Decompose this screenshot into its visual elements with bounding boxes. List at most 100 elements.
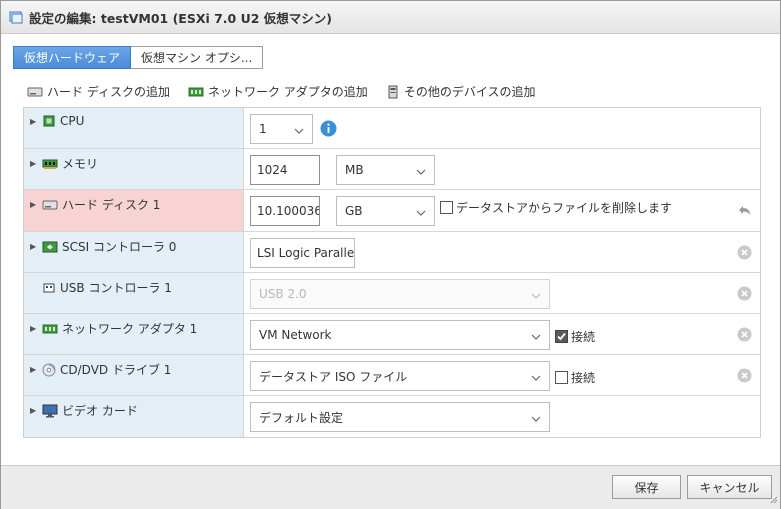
remove-usb-button[interactable] bbox=[737, 286, 752, 304]
add-hard-disk-button[interactable]: ハード ディスクの追加 bbox=[27, 83, 170, 100]
monitor-icon bbox=[42, 404, 58, 418]
row-usb: ▶ USB コントローラ 1 USB 2.0 bbox=[24, 273, 760, 314]
row-video-card-label-cell: ▶ ビデオ カード bbox=[24, 396, 244, 437]
save-button[interactable]: 保存 bbox=[612, 475, 681, 499]
tab-virtual-hardware[interactable]: 仮想ハードウェア bbox=[13, 46, 132, 69]
add-network-adapter-button[interactable]: ネットワーク アダプタの追加 bbox=[188, 83, 368, 100]
close-circle-icon bbox=[737, 286, 752, 301]
network-value: VM Network bbox=[259, 328, 332, 342]
add-hard-disk-label: ハード ディスクの追加 bbox=[47, 85, 170, 99]
chevron-down-icon bbox=[531, 412, 541, 426]
edit-settings-dialog: 設定の編集: testVM01 (ESXi 7.0 U2 仮想マシン) 仮想ハー… bbox=[0, 0, 781, 509]
resize-grip-icon[interactable] bbox=[770, 493, 778, 507]
cancel-button[interactable]: キャンセル bbox=[687, 475, 772, 499]
expand-network-caret[interactable]: ▶ bbox=[30, 324, 40, 333]
hard-disk-icon bbox=[27, 85, 43, 99]
memory-unit-value: MB bbox=[345, 163, 364, 177]
cpu-count-select[interactable]: 1 bbox=[250, 114, 313, 144]
row-cd-dvd-label-cell: ▶ CD/DVD ドライブ 1 bbox=[24, 355, 244, 395]
device-toolbar: ハード ディスクの追加 ネットワーク アダプタの追加 その他のデバイスの追加 bbox=[27, 83, 553, 100]
remove-cd-dvd-button[interactable] bbox=[737, 368, 752, 386]
hard-disk-label: ハード ディスク 1 bbox=[62, 198, 161, 212]
network-connect-label: 接続 bbox=[571, 330, 596, 344]
chevron-down-icon bbox=[416, 206, 426, 220]
cd-dvd-connect-label: 接続 bbox=[571, 371, 596, 385]
delete-from-datastore-checkbox[interactable]: データストアからファイルを削除します bbox=[440, 199, 672, 216]
expand-cpu-caret[interactable]: ▶ bbox=[30, 117, 40, 126]
hardware-grid: ▶ CPU 1 ▶ メモリ 1024 MB ▶ ハード ディスク 1 10.10… bbox=[23, 107, 761, 438]
memory-icon bbox=[42, 158, 58, 170]
memory-unit-select[interactable]: MB bbox=[336, 155, 435, 185]
row-cpu-label-cell: ▶ CPU bbox=[24, 108, 244, 148]
network-select[interactable]: VM Network bbox=[250, 320, 550, 350]
row-memory: ▶ メモリ 1024 MB bbox=[24, 149, 760, 190]
row-scsi: ▶ SCSI コントローラ 0 LSI Logic Parallel bbox=[24, 232, 760, 273]
network-adapter-label: ネットワーク アダプタ 1 bbox=[62, 322, 198, 336]
remove-network-button[interactable] bbox=[737, 327, 752, 345]
memory-size-input[interactable]: 1024 bbox=[250, 155, 320, 185]
tab-strip: 仮想ハードウェア 仮想マシン オプシ... bbox=[13, 46, 264, 69]
video-settings-value: デフォルト設定 bbox=[259, 410, 344, 425]
checkbox-box bbox=[555, 371, 568, 384]
network-connect-checkbox[interactable]: 接続 bbox=[555, 328, 595, 345]
usb-icon bbox=[42, 281, 56, 295]
chevron-down-icon bbox=[531, 330, 541, 344]
expand-video-caret[interactable]: ▶ bbox=[30, 406, 40, 415]
scsi-type-field[interactable]: LSI Logic Parallel bbox=[250, 238, 355, 268]
memory-label: メモリ bbox=[62, 157, 99, 171]
dialog-title: 設定の編集: testVM01 (ESXi 7.0 U2 仮想マシン) bbox=[29, 10, 333, 26]
expand-scsi-caret[interactable]: ▶ bbox=[30, 242, 40, 251]
cpu-count-value: 1 bbox=[259, 122, 267, 136]
cpu-label: CPU bbox=[60, 114, 85, 128]
add-network-adapter-label: ネットワーク アダプタの追加 bbox=[207, 85, 368, 99]
chevron-down-icon bbox=[294, 124, 304, 138]
network-adapter-icon bbox=[188, 86, 204, 98]
disk-unit-select[interactable]: GB bbox=[336, 196, 435, 226]
row-cd-dvd: ▶ CD/DVD ドライブ 1 データストア ISO ファイル 接続 bbox=[24, 355, 760, 396]
checkmark-icon bbox=[557, 332, 566, 341]
dialog-footer: 保存 キャンセル bbox=[1, 465, 780, 509]
row-memory-label-cell: ▶ メモリ bbox=[24, 149, 244, 189]
undo-icon[interactable] bbox=[736, 204, 752, 221]
disk-unit-value: GB bbox=[345, 204, 363, 218]
remove-scsi-button[interactable] bbox=[737, 245, 752, 263]
expand-memory-caret[interactable]: ▶ bbox=[30, 159, 40, 168]
close-circle-icon bbox=[737, 245, 752, 260]
cd-dvd-source-value: データストア ISO ファイル bbox=[259, 369, 408, 384]
row-network-adapter: ▶ ネットワーク アダプタ 1 VM Network 接続 bbox=[24, 314, 760, 355]
scsi-controller-icon bbox=[42, 240, 58, 254]
row-scsi-label-cell: ▶ SCSI コントローラ 0 bbox=[24, 232, 244, 272]
row-hard-disk: ▶ ハード ディスク 1 10.1000366 GB データストアからファイルを… bbox=[24, 190, 760, 232]
vm-window-icon bbox=[9, 10, 23, 24]
usb-label: USB コントローラ 1 bbox=[60, 281, 172, 295]
hard-disk-icon bbox=[42, 198, 58, 212]
info-icon[interactable] bbox=[320, 120, 337, 140]
disk-size-input[interactable]: 10.1000366 bbox=[250, 196, 320, 226]
checkbox-box bbox=[555, 330, 568, 343]
cpu-chip-icon bbox=[42, 114, 56, 128]
delete-from-datastore-label: データストアからファイルを削除します bbox=[456, 201, 673, 215]
cd-dvd-source-select[interactable]: データストア ISO ファイル bbox=[250, 361, 550, 391]
row-network-adapter-label-cell: ▶ ネットワーク アダプタ 1 bbox=[24, 314, 244, 354]
video-settings-select[interactable]: デフォルト設定 bbox=[250, 402, 550, 432]
add-other-device-button[interactable]: その他のデバイスの追加 bbox=[386, 83, 535, 100]
tab-vm-options[interactable]: 仮想マシン オプシ... bbox=[131, 46, 264, 69]
video-card-label: ビデオ カード bbox=[62, 404, 138, 418]
cd-dvd-icon bbox=[42, 363, 56, 377]
cd-dvd-label: CD/DVD ドライブ 1 bbox=[60, 363, 172, 377]
cd-dvd-connect-checkbox[interactable]: 接続 bbox=[555, 369, 595, 386]
close-circle-icon bbox=[737, 368, 752, 383]
expand-hard-disk-caret[interactable]: ▶ bbox=[30, 200, 40, 209]
usb-version-select: USB 2.0 bbox=[250, 279, 550, 309]
chevron-down-icon bbox=[531, 371, 541, 385]
checkbox-box bbox=[440, 201, 453, 214]
title-bar[interactable]: 設定の編集: testVM01 (ESXi 7.0 U2 仮想マシン) bbox=[1, 1, 780, 34]
expand-cd-dvd-caret[interactable]: ▶ bbox=[30, 365, 40, 374]
other-device-icon bbox=[386, 85, 400, 99]
scsi-label: SCSI コントローラ 0 bbox=[62, 240, 177, 254]
row-video-card: ▶ ビデオ カード デフォルト設定 bbox=[24, 396, 760, 437]
network-adapter-icon bbox=[42, 323, 58, 335]
chevron-down-icon bbox=[416, 165, 426, 179]
row-hard-disk-label-cell: ▶ ハード ディスク 1 bbox=[24, 190, 244, 231]
row-usb-label-cell: ▶ USB コントローラ 1 bbox=[24, 273, 244, 313]
